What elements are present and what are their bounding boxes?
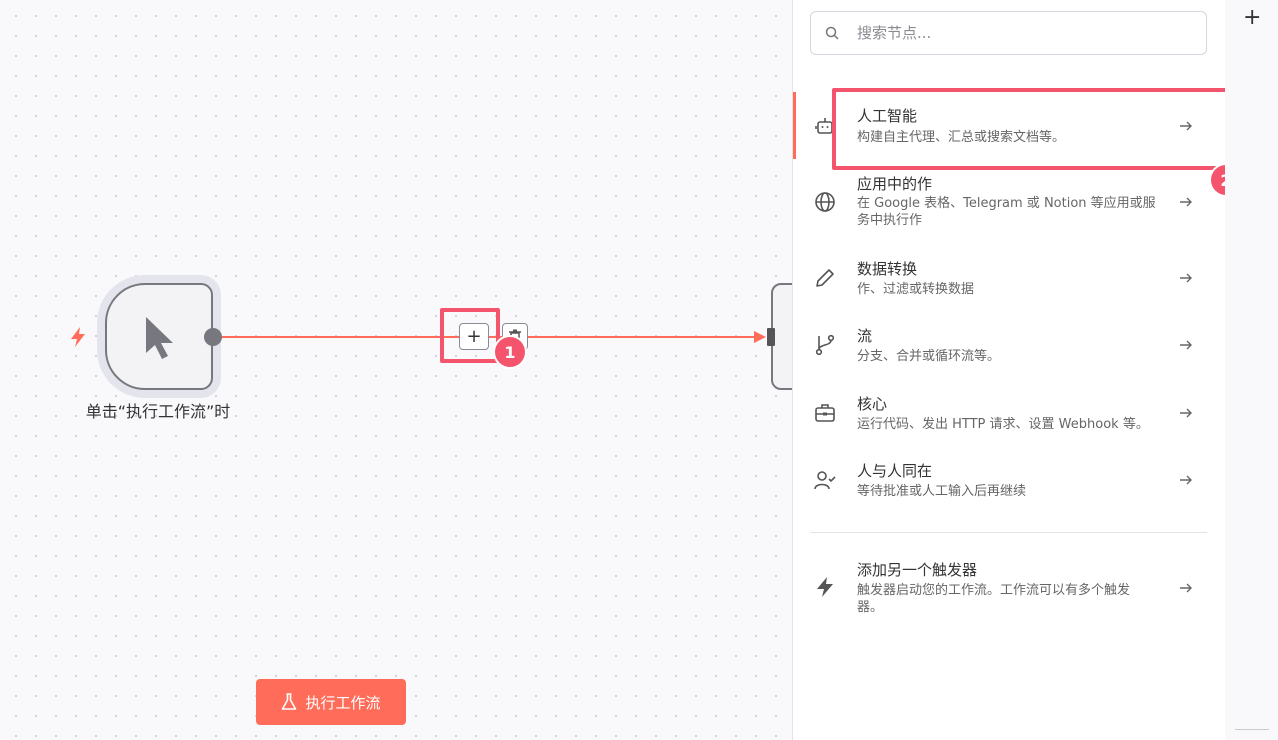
search-icon [825, 26, 839, 40]
ai-category-highlight [832, 88, 1238, 170]
category-description: 分支、合并或循环流等。 [857, 349, 1001, 364]
category-core[interactable]: 核心 运行代码、发出 HTTP 请求、设置 Webhook 等。 [793, 388, 1226, 444]
sidebar-divider [1235, 729, 1269, 730]
category-data-transform[interactable]: 数据转换 作、过滤或转换数据 [793, 252, 1226, 308]
category-title: 核心 [857, 395, 888, 413]
arrow-right-icon [1180, 475, 1192, 485]
category-app-actions[interactable]: 应用中的作 在 Google 表格、Telegram 或 Notion 等应用或… [793, 170, 1226, 236]
bolt-icon [817, 577, 833, 597]
trigger-node-label: 单击“执行工作流”时 [85, 402, 231, 421]
toolbox-icon [815, 404, 835, 422]
category-title: 数据转换 [857, 260, 918, 278]
category-description: 在 Google 表格、Telegram 或 Notion 等应用或服务中执行作 [857, 196, 1156, 228]
input-handle[interactable] [767, 328, 775, 346]
pencil-icon [816, 269, 834, 287]
arrow-right-icon [1180, 408, 1192, 418]
panel-divider [810, 532, 1207, 533]
add-node-button[interactable]: + [459, 323, 489, 350]
user-check-icon [814, 471, 836, 490]
arrow-right-icon [1180, 583, 1192, 593]
trigger-item-description: 触发器启动您的工作流。工作流可以有多个触发器。 [857, 583, 1131, 615]
trigger-item-title: 添加另一个触发器 [857, 561, 978, 579]
workflow-canvas[interactable]: 单击“执行工作流”时 + 1 执行工作流 [0, 0, 811, 740]
step-badge-1: 1 [495, 337, 525, 367]
arrow-right-icon [1180, 340, 1192, 350]
category-flow[interactable]: 流 分支、合并或循环流等。 [793, 320, 1226, 376]
category-title: 流 [857, 327, 873, 345]
run-workflow-label: 执行工作流 [305, 693, 381, 712]
run-workflow-button[interactable]: 执行工作流 [256, 679, 406, 725]
arrow-right-icon [1180, 273, 1192, 283]
flask-icon [282, 693, 297, 710]
category-title: 应用中的作 [857, 175, 933, 193]
globe-icon [815, 192, 835, 212]
cursor-icon [146, 317, 173, 359]
add-trigger-item[interactable]: 添加另一个触发器 触发器启动您的工作流。工作流可以有多个触发器。 [793, 555, 1226, 621]
right-sidebar [1225, 0, 1278, 740]
trigger-bolt-icon [71, 327, 85, 347]
add-node-plus-button[interactable]: + [1243, 5, 1261, 30]
search-box[interactable] [810, 11, 1207, 55]
branch-icon [815, 334, 835, 356]
output-handle[interactable] [203, 327, 223, 347]
arrow-right-icon [1180, 197, 1192, 207]
category-description: 作、过滤或转换数据 [857, 282, 975, 297]
category-description: 等待批准或人工输入后再继续 [857, 484, 1027, 499]
category-description: 运行代码、发出 HTTP 请求、设置 Webhook 等。 [857, 417, 1149, 432]
manual-trigger-node[interactable] [105, 283, 213, 390]
search-input[interactable] [855, 23, 1179, 43]
category-title: 人与人同在 [857, 462, 933, 480]
category-human-in-loop[interactable]: 人与人同在 等待批准或人工输入后再继续 [793, 455, 1226, 511]
